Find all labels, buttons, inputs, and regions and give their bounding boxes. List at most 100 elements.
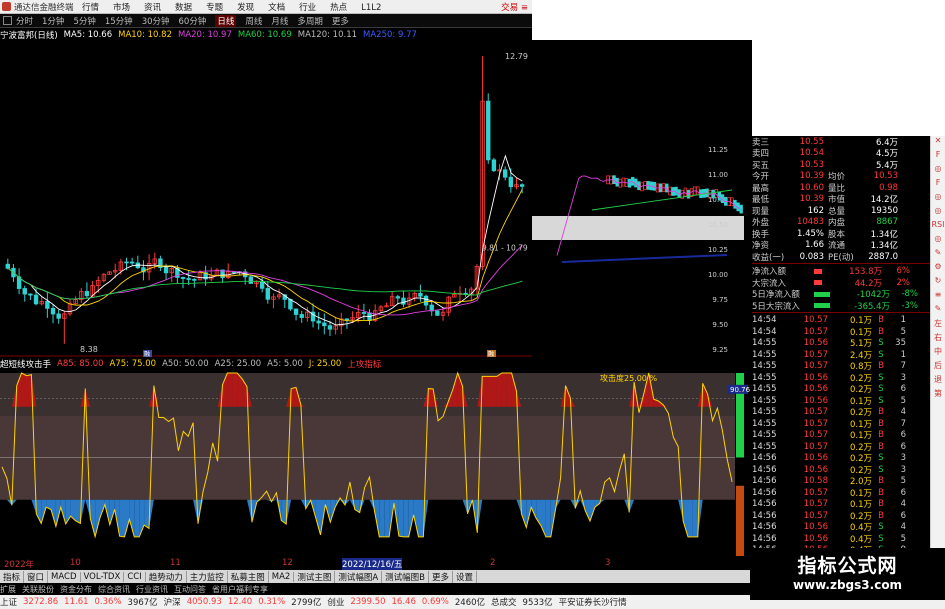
- tab-5[interactable]: 60分钟: [179, 15, 207, 27]
- osc-bar-orange: [736, 485, 744, 556]
- tab-8[interactable]: 月线: [271, 15, 288, 27]
- osc-high-fill: [227, 373, 233, 407]
- osc-low-fill: [281, 499, 287, 525]
- indicator-tab-4[interactable]: CCI: [124, 571, 146, 582]
- tab-1[interactable]: 1分钟: [42, 15, 64, 27]
- candle-body: [519, 184, 525, 187]
- toolbar-icon-7[interactable]: ◎: [931, 234, 945, 248]
- toolbar-icon-2[interactable]: ◎: [931, 164, 945, 178]
- indicator-tab-3[interactable]: VOL-TDX: [81, 571, 125, 582]
- toolbar-icon-8[interactable]: ✎: [931, 248, 945, 262]
- info-tab-6[interactable]: 省用户福利专享: [212, 584, 268, 595]
- indicator-tab-5[interactable]: 趋势动力: [146, 570, 187, 583]
- indicator-tab-1[interactable]: 窗口: [24, 570, 49, 583]
- toolbar-icon-16[interactable]: 后: [931, 360, 945, 374]
- tick-side: B: [878, 418, 884, 429]
- oscillator-chart[interactable]: 90.76攻击度25.00 %10090.0080.0070.0060.0050…: [0, 357, 801, 556]
- ma10-label: MA10: 10.82: [118, 29, 172, 40]
- osc-name[interactable]: 超短线攻击手: [0, 358, 51, 370]
- menu-item-4[interactable]: 专题: [206, 3, 223, 13]
- toolbar-icon-18[interactable]: 第: [931, 388, 945, 402]
- ma20-label: MA20: 10.97: [177, 29, 232, 40]
- indicator-tab-11[interactable]: 测试幅图B: [382, 570, 429, 583]
- tick-price: 10.56: [803, 453, 828, 464]
- indicator-tab-9[interactable]: 测试主图: [294, 570, 336, 583]
- info-tab-1[interactable]: 关联股份: [22, 584, 54, 595]
- hs-amount: 2799亿: [291, 598, 322, 608]
- info-tab-2[interactable]: 资金分布: [60, 584, 92, 595]
- toolbar-icon-4[interactable]: ◎: [931, 192, 945, 206]
- menu-item-0[interactable]: 行情: [82, 3, 99, 13]
- indicator-tab-10[interactable]: 测试幅图A: [335, 570, 383, 583]
- tick-volume: 0.1万: [849, 316, 872, 327]
- quote-value2: 14.2亿: [870, 195, 898, 206]
- tick-time: 14:54: [752, 326, 777, 337]
- tab-0[interactable]: 分时: [16, 15, 33, 27]
- indicator-tab-0[interactable]: 指标: [0, 570, 25, 583]
- toolbar-icon-1[interactable]: F: [931, 150, 945, 164]
- tick-price: 10.56: [803, 338, 828, 349]
- menu-item-1[interactable]: 市场: [113, 3, 130, 13]
- toolbar-icon-12[interactable]: ✎: [931, 304, 945, 318]
- tab-9[interactable]: 多周期: [297, 15, 323, 27]
- quote-value: 0.083: [799, 251, 824, 262]
- candle-body: [435, 310, 440, 316]
- menu-item-2[interactable]: 资讯: [144, 3, 161, 13]
- ma250-line: [561, 254, 728, 263]
- tab-4[interactable]: 30分钟: [142, 15, 170, 27]
- tab-2[interactable]: 5分钟: [73, 15, 95, 27]
- indicator-tab-13[interactable]: 设置: [453, 570, 478, 583]
- osc-low-fill: [11, 499, 17, 506]
- quote-value: 10.55: [799, 136, 824, 147]
- toolbar-icon-15[interactable]: 中: [931, 346, 945, 360]
- toolbar-icon-13[interactable]: 左: [931, 318, 945, 332]
- candlestick-chart[interactable]: 12.79 8.38 9.81 - 10.79 融 融: [0, 41, 532, 357]
- indicator-tab-6[interactable]: 主力监控: [187, 570, 228, 583]
- indicator-tab-2[interactable]: MACD: [48, 571, 81, 582]
- tab-3[interactable]: 15分钟: [105, 15, 133, 27]
- toolbar-icon-17[interactable]: 退: [931, 374, 945, 388]
- toolbar-icon-6[interactable]: RSI: [931, 220, 945, 234]
- osc-low-fill: [418, 499, 424, 537]
- tick-price: 10.57: [803, 441, 828, 452]
- toolbar-icon-14[interactable]: 右: [931, 332, 945, 346]
- info-tab-3[interactable]: 综合资讯: [98, 584, 130, 595]
- tab-10[interactable]: 更多: [332, 15, 349, 27]
- toolbar-icon-5[interactable]: ◎: [931, 206, 945, 220]
- tick-count: 3: [900, 372, 906, 383]
- menu-item-5[interactable]: 发现: [237, 3, 254, 13]
- toolbar-icon-3[interactable]: F: [931, 178, 945, 192]
- stock-name[interactable]: 宁波富邦(日线): [0, 29, 58, 41]
- tick-time: 14:56: [752, 510, 777, 521]
- broker-label[interactable]: 平安证券长沙行情: [559, 596, 627, 608]
- trade-button[interactable]: 交易 ≡: [501, 1, 528, 13]
- candle-body: [299, 314, 304, 318]
- window-icon[interactable]: [3, 16, 12, 25]
- menu-item-3[interactable]: 数据: [175, 3, 192, 13]
- menu-item-9[interactable]: L1L2: [361, 3, 381, 13]
- osc-low-fill: [95, 499, 100, 537]
- toolbar-icon-10[interactable]: ↻: [931, 276, 945, 290]
- info-tab-5[interactable]: 互动问答: [174, 584, 206, 595]
- margin-marker-1: 融: [144, 350, 150, 357]
- tick-side: B: [878, 430, 884, 441]
- candle-body: [327, 325, 333, 330]
- tab-7[interactable]: 周线: [245, 15, 262, 27]
- info-tab-0[interactable]: 扩展: [0, 584, 16, 595]
- toolbar-icon-11[interactable]: ≡: [931, 290, 945, 304]
- toolbar-icon-0[interactable]: ✕: [931, 136, 945, 150]
- tick-side: S: [878, 349, 884, 360]
- menu-item-7[interactable]: 行业: [299, 3, 316, 13]
- indicator-tab-7[interactable]: 私募主图: [228, 570, 269, 583]
- info-tab-4[interactable]: 行业资讯: [136, 584, 168, 595]
- indicator-tab-8[interactable]: MA2: [269, 571, 295, 582]
- menu-item-8[interactable]: 热点: [330, 3, 347, 13]
- toolbar-icon-9[interactable]: ⚙: [931, 262, 945, 276]
- candle-body: [180, 277, 186, 279]
- menu-item-6[interactable]: 文档: [268, 3, 285, 13]
- indicator-tab-12[interactable]: 更多: [429, 570, 454, 583]
- tab-6[interactable]: 日线: [215, 14, 237, 27]
- time-label-4: 2022/12/16/五: [342, 558, 403, 570]
- quote-key: 最低: [752, 195, 770, 206]
- price-axis-label: 10.00: [708, 271, 728, 279]
